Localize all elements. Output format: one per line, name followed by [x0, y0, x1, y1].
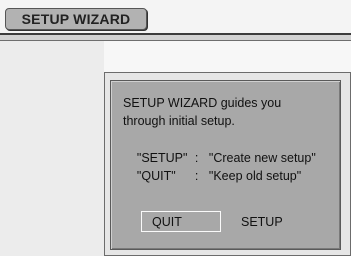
- option-key: "QUIT": [136, 169, 176, 183]
- dialog-description: SETUP WIZARD guides you through initial …: [123, 94, 338, 130]
- quit-button[interactable]: QUIT: [141, 211, 221, 232]
- description-line-2: through initial setup.: [123, 114, 235, 128]
- quit-button-label: QUIT: [152, 214, 182, 229]
- option-meaning: "Keep old setup": [208, 169, 302, 183]
- setup-wizard-tab-label: SETUP WIZARD: [21, 11, 131, 27]
- option-row-quit: "QUIT": "Keep old setup": [123, 155, 301, 197]
- setup-button[interactable]: SETUP: [231, 211, 311, 232]
- side-panel: [0, 41, 104, 256]
- setup-wizard-dialog: SETUP WIZARD guides you through initial …: [110, 80, 341, 250]
- option-separator: :: [194, 169, 199, 183]
- description-line-1: SETUP WIZARD guides you: [123, 96, 282, 110]
- setup-wizard-tab: SETUP WIZARD: [5, 8, 147, 30]
- title-bar: [0, 33, 351, 41]
- setup-button-label: SETUP: [241, 214, 283, 229]
